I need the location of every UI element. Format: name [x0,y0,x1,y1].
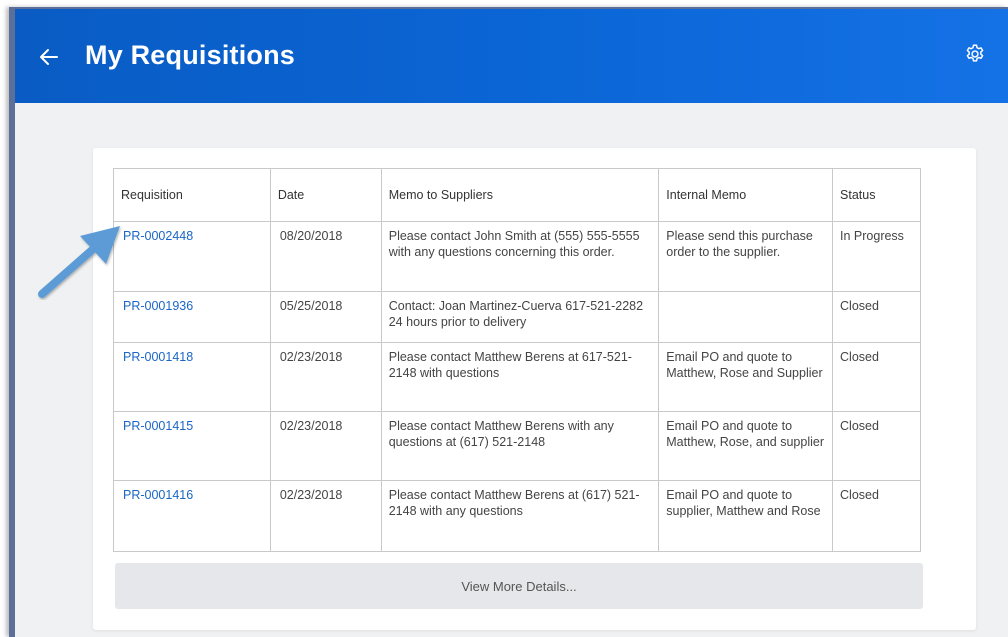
column-header-status[interactable]: Status [832,168,921,222]
table-row: PR-0001418 02/23/2018 Please contact Mat… [113,342,921,412]
requisition-cell: PR-0001415 [113,411,271,481]
table-row: PR-0001416 02/23/2018 Please contact Mat… [113,480,921,552]
requisition-link[interactable]: PR-0001415 [123,419,193,433]
column-header-internal-memo[interactable]: Internal Memo [658,168,834,222]
memo-to-suppliers-cell: Please contact Matthew Berens with any q… [380,411,660,481]
requisition-cell: PR-0001418 [113,342,271,412]
column-header-requisition[interactable]: Requisition [113,168,271,222]
internal-memo-cell [658,291,834,343]
status-cell: Closed [832,342,921,412]
requisition-link[interactable]: PR-0001416 [123,488,193,502]
memo-to-suppliers-cell: Please contact Matthew Berens at (617) 5… [380,480,660,552]
column-header-date[interactable]: Date [269,168,382,222]
requisition-cell: PR-0001936 [113,291,271,343]
requisition-cell: PR-0002448 [113,221,271,292]
memo-to-suppliers-cell: Please contact Matthew Berens at 617-521… [380,342,660,412]
column-header-memo-to-suppliers[interactable]: Memo to Suppliers [380,168,660,222]
page-title: My Requisitions [85,40,296,70]
view-more-details-button[interactable]: View More Details... [115,563,923,609]
requisitions-card: Requisition Date Memo to Suppliers Inter… [93,148,976,630]
date-cell: 02/23/2018 [269,411,382,481]
date-cell: 05/25/2018 [269,291,382,343]
requisitions-table: Requisition Date Memo to Suppliers Inter… [113,168,921,552]
table-row: PR-0002448 08/20/2018 Please contact Joh… [113,221,921,292]
memo-to-suppliers-cell: Contact: Joan Martinez-Cuerva 617-521-22… [380,291,660,343]
page-header: My Requisitions [15,9,1008,103]
status-cell: Closed [832,411,921,481]
internal-memo-cell: Email PO and quote to Matthew, Rose, and… [658,411,834,481]
status-cell: Closed [832,291,921,343]
app-window: My Requisitions Requisition Date Memo to… [9,7,1008,637]
table-row: PR-0001936 05/25/2018 Contact: Joan Mart… [113,291,921,343]
requisition-link[interactable]: PR-0001936 [123,299,193,313]
memo-to-suppliers-cell: Please contact John Smith at (555) 555-5… [380,221,660,292]
callout-arrow-icon [38,226,120,298]
requisition-link[interactable]: PR-0002448 [123,229,193,243]
requisition-link[interactable]: PR-0001418 [123,350,193,364]
arrow-left-icon[interactable] [38,46,60,68]
internal-memo-cell: Email PO and quote to Matthew, Rose and … [658,342,834,412]
date-cell: 02/23/2018 [269,480,382,552]
internal-memo-cell: Please send this purchase order to the s… [658,221,834,292]
date-cell: 02/23/2018 [269,342,382,412]
table-row: PR-0001415 02/23/2018 Please contact Mat… [113,411,921,481]
date-cell: 08/20/2018 [269,221,382,292]
table-header-row: Requisition Date Memo to Suppliers Inter… [113,168,921,222]
status-cell: Closed [832,480,921,552]
requisition-cell: PR-0001416 [113,480,271,552]
status-cell: In Progress [832,221,921,292]
gear-icon[interactable] [964,43,986,65]
internal-memo-cell: Email PO and quote to supplier, Matthew … [658,480,834,552]
